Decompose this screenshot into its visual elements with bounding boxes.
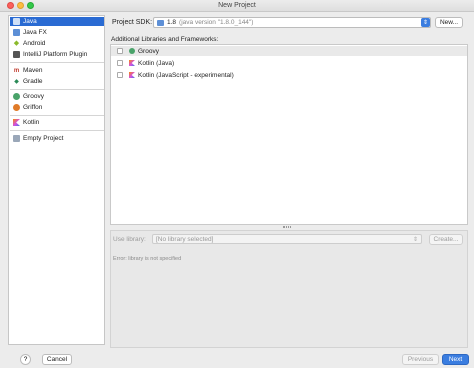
kotlin-js-checkbox[interactable] bbox=[117, 72, 123, 78]
sidebar-item-label: Griffon bbox=[23, 104, 43, 111]
empty-project-icon bbox=[13, 135, 20, 142]
library-select-value: [No library selected] bbox=[156, 235, 214, 243]
sidebar-divider bbox=[10, 115, 104, 116]
sidebar-item-gradle[interactable]: ◆ Gradle bbox=[10, 77, 104, 86]
library-error-message: Error: library is not specified bbox=[113, 256, 182, 262]
window-title: New Project bbox=[218, 2, 256, 9]
new-sdk-button[interactable]: New... bbox=[435, 17, 463, 28]
sidebar-item-empty-project[interactable]: Empty Project bbox=[10, 134, 104, 143]
sidebar-divider bbox=[10, 130, 104, 131]
kotlin-icon bbox=[13, 119, 20, 126]
sidebar-item-label: Android bbox=[23, 40, 46, 47]
project-sdk-label: Project SDK: bbox=[112, 19, 153, 26]
create-library-button[interactable]: Create... bbox=[429, 234, 463, 245]
libraries-label: Additional Libraries and Frameworks: bbox=[111, 36, 219, 43]
sidebar-item-java[interactable]: Java bbox=[10, 17, 104, 26]
list-item-label: Groovy bbox=[138, 47, 159, 55]
sidebar-item-label: IntelliJ Platform Plugin bbox=[23, 51, 88, 58]
sidebar-item-android[interactable]: ◆ Android bbox=[10, 39, 104, 48]
list-item-label: Kotlin (Java) bbox=[138, 59, 175, 67]
sidebar-item-label: Java FX bbox=[23, 29, 47, 36]
kotlin-java-checkbox[interactable] bbox=[117, 60, 123, 66]
sdk-value: 1.8 bbox=[167, 19, 177, 26]
plugin-icon bbox=[13, 51, 20, 58]
groovy-icon bbox=[13, 93, 20, 100]
kotlin-icon bbox=[129, 60, 135, 66]
griffon-icon bbox=[13, 104, 20, 111]
sidebar-item-intellij-plugin[interactable]: IntelliJ Platform Plugin bbox=[10, 50, 104, 59]
sidebar-item-maven[interactable]: m Maven bbox=[10, 66, 104, 75]
sidebar-item-label: Empty Project bbox=[23, 135, 64, 142]
gradle-icon: ◆ bbox=[14, 78, 19, 85]
project-type-list: Java Java FX ◆ Android IntelliJ Platform… bbox=[8, 15, 105, 345]
sidebar-item-label: Gradle bbox=[23, 78, 43, 85]
sidebar-item-javafx[interactable]: Java FX bbox=[10, 28, 104, 37]
libraries-list: Groovy Kotlin (Java) Kotlin (JavaScript … bbox=[110, 44, 468, 225]
project-sdk-select[interactable]: 1.8 (java version "1.8.0_144") ⇕ bbox=[153, 17, 431, 28]
splitter-grip-icon[interactable] bbox=[283, 226, 291, 228]
title-bar: New Project bbox=[0, 0, 474, 12]
list-item-kotlin-java[interactable]: Kotlin (Java) bbox=[111, 58, 467, 68]
sidebar-divider bbox=[10, 89, 104, 90]
folder-icon bbox=[13, 29, 20, 36]
library-select[interactable]: [No library selected] ⇕ bbox=[152, 234, 422, 244]
list-item-kotlin-js[interactable]: Kotlin (JavaScript - experimental) bbox=[111, 70, 467, 80]
list-item-label: Kotlin (JavaScript - experimental) bbox=[138, 71, 234, 79]
kotlin-icon bbox=[129, 72, 135, 78]
cancel-button[interactable]: Cancel bbox=[42, 354, 72, 365]
library-detail-panel bbox=[110, 230, 468, 348]
android-icon: ◆ bbox=[13, 40, 20, 47]
sidebar-item-griffon[interactable]: Griffon bbox=[10, 103, 104, 112]
maven-icon: m bbox=[13, 67, 20, 74]
chevron-down-icon[interactable]: ⇕ bbox=[421, 18, 430, 27]
groovy-icon bbox=[129, 48, 135, 54]
folder-icon bbox=[157, 19, 164, 26]
sidebar-item-label: Maven bbox=[23, 67, 43, 74]
groovy-checkbox[interactable] bbox=[117, 48, 123, 54]
help-button[interactable]: ? bbox=[20, 354, 31, 365]
sdk-detail: (java version "1.8.0_144") bbox=[179, 19, 254, 26]
list-item-groovy[interactable]: Groovy bbox=[111, 46, 467, 56]
chevron-updown-icon: ⇕ bbox=[412, 237, 418, 243]
sidebar-item-label: Groovy bbox=[23, 93, 44, 100]
sidebar-item-label: Kotlin bbox=[23, 119, 40, 126]
folder-icon bbox=[13, 18, 20, 25]
previous-button[interactable]: Previous bbox=[402, 354, 439, 365]
sidebar-divider bbox=[10, 62, 104, 63]
sidebar-item-groovy[interactable]: Groovy bbox=[10, 92, 104, 101]
use-library-label: Use library: bbox=[113, 236, 146, 243]
next-button[interactable]: Next bbox=[442, 354, 469, 365]
sidebar-item-kotlin[interactable]: Kotlin bbox=[10, 118, 104, 127]
sidebar-item-label: Java bbox=[23, 18, 37, 25]
